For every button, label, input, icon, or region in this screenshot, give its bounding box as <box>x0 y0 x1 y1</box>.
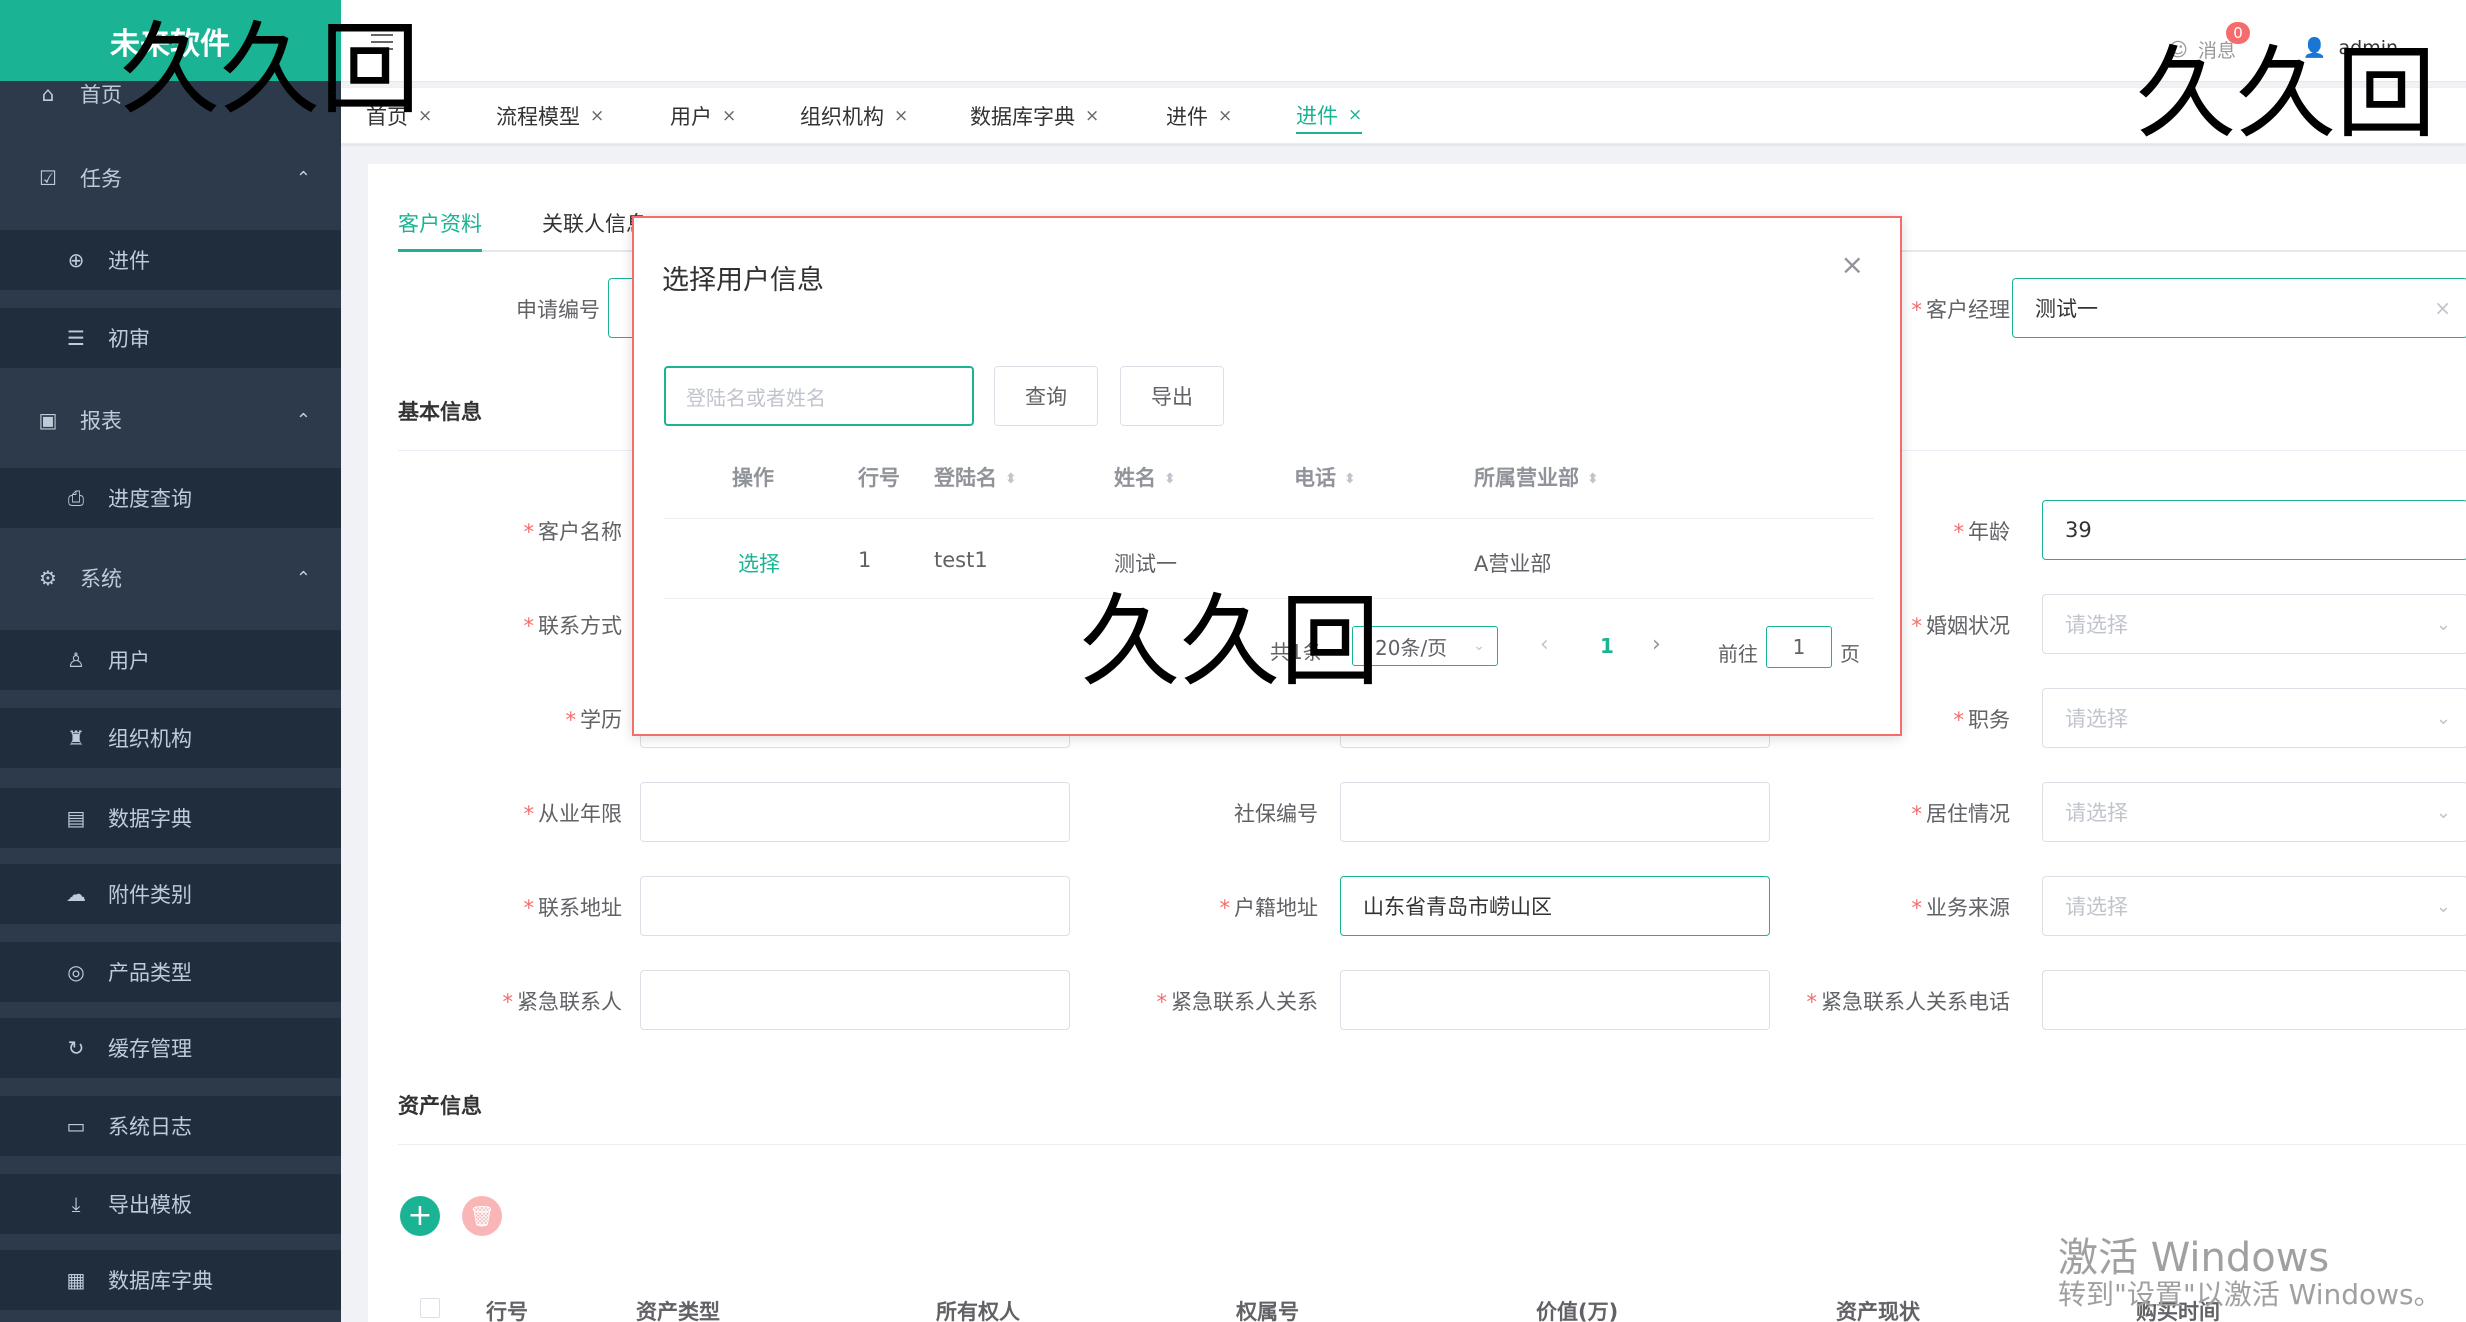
goto-label: 前往 <box>1718 642 1758 666</box>
col-action: 操作 <box>732 466 774 490</box>
export-button[interactable]: 导出 <box>1120 366 1224 426</box>
row-no: 1 <box>858 548 872 572</box>
goto-page-input[interactable]: 1 <box>1766 626 1832 668</box>
row-login: test1 <box>934 548 988 572</box>
watermark-1: 久久回 <box>120 11 420 128</box>
watermark-3: 久久回 <box>1080 583 1380 700</box>
page-unit-label: 页 <box>1840 642 1860 666</box>
col-login[interactable]: 登陆名 ⬍ <box>934 462 1017 492</box>
current-page[interactable]: 1 <box>1600 634 1614 658</box>
prev-page-icon[interactable]: ‹ <box>1540 632 1549 657</box>
col-phone[interactable]: 电话 ⬍ <box>1294 462 1356 492</box>
next-page-icon[interactable]: › <box>1652 632 1661 657</box>
watermark-2: 久久回 <box>2136 35 2436 152</box>
col-no: 行号 <box>858 466 900 490</box>
search-input[interactable]: 登陆名或者姓名 <box>664 366 974 426</box>
row-name: 测试一 <box>1114 552 1177 576</box>
sort-icon[interactable]: ⬍ <box>1344 471 1356 487</box>
col-name[interactable]: 姓名 ⬍ <box>1114 462 1176 492</box>
windows-activation-watermark: 激活 Windows 转到"设置"以激活 Windows。 <box>2058 1235 2442 1311</box>
select-link[interactable]: 选择 <box>738 548 780 578</box>
query-button[interactable]: 查询 <box>994 366 1098 426</box>
chevron-down-icon: ⌄ <box>1473 638 1485 654</box>
col-dept[interactable]: 所属营业部 ⬍ <box>1474 462 1599 492</box>
dialog-title: 选择用户信息 <box>662 265 824 296</box>
row-dept: A营业部 <box>1474 552 1552 576</box>
sort-icon[interactable]: ⬍ <box>1005 471 1017 487</box>
sort-icon[interactable]: ⬍ <box>1587 471 1599 487</box>
close-icon[interactable]: × <box>1841 248 1864 281</box>
sort-icon[interactable]: ⬍ <box>1164 471 1176 487</box>
